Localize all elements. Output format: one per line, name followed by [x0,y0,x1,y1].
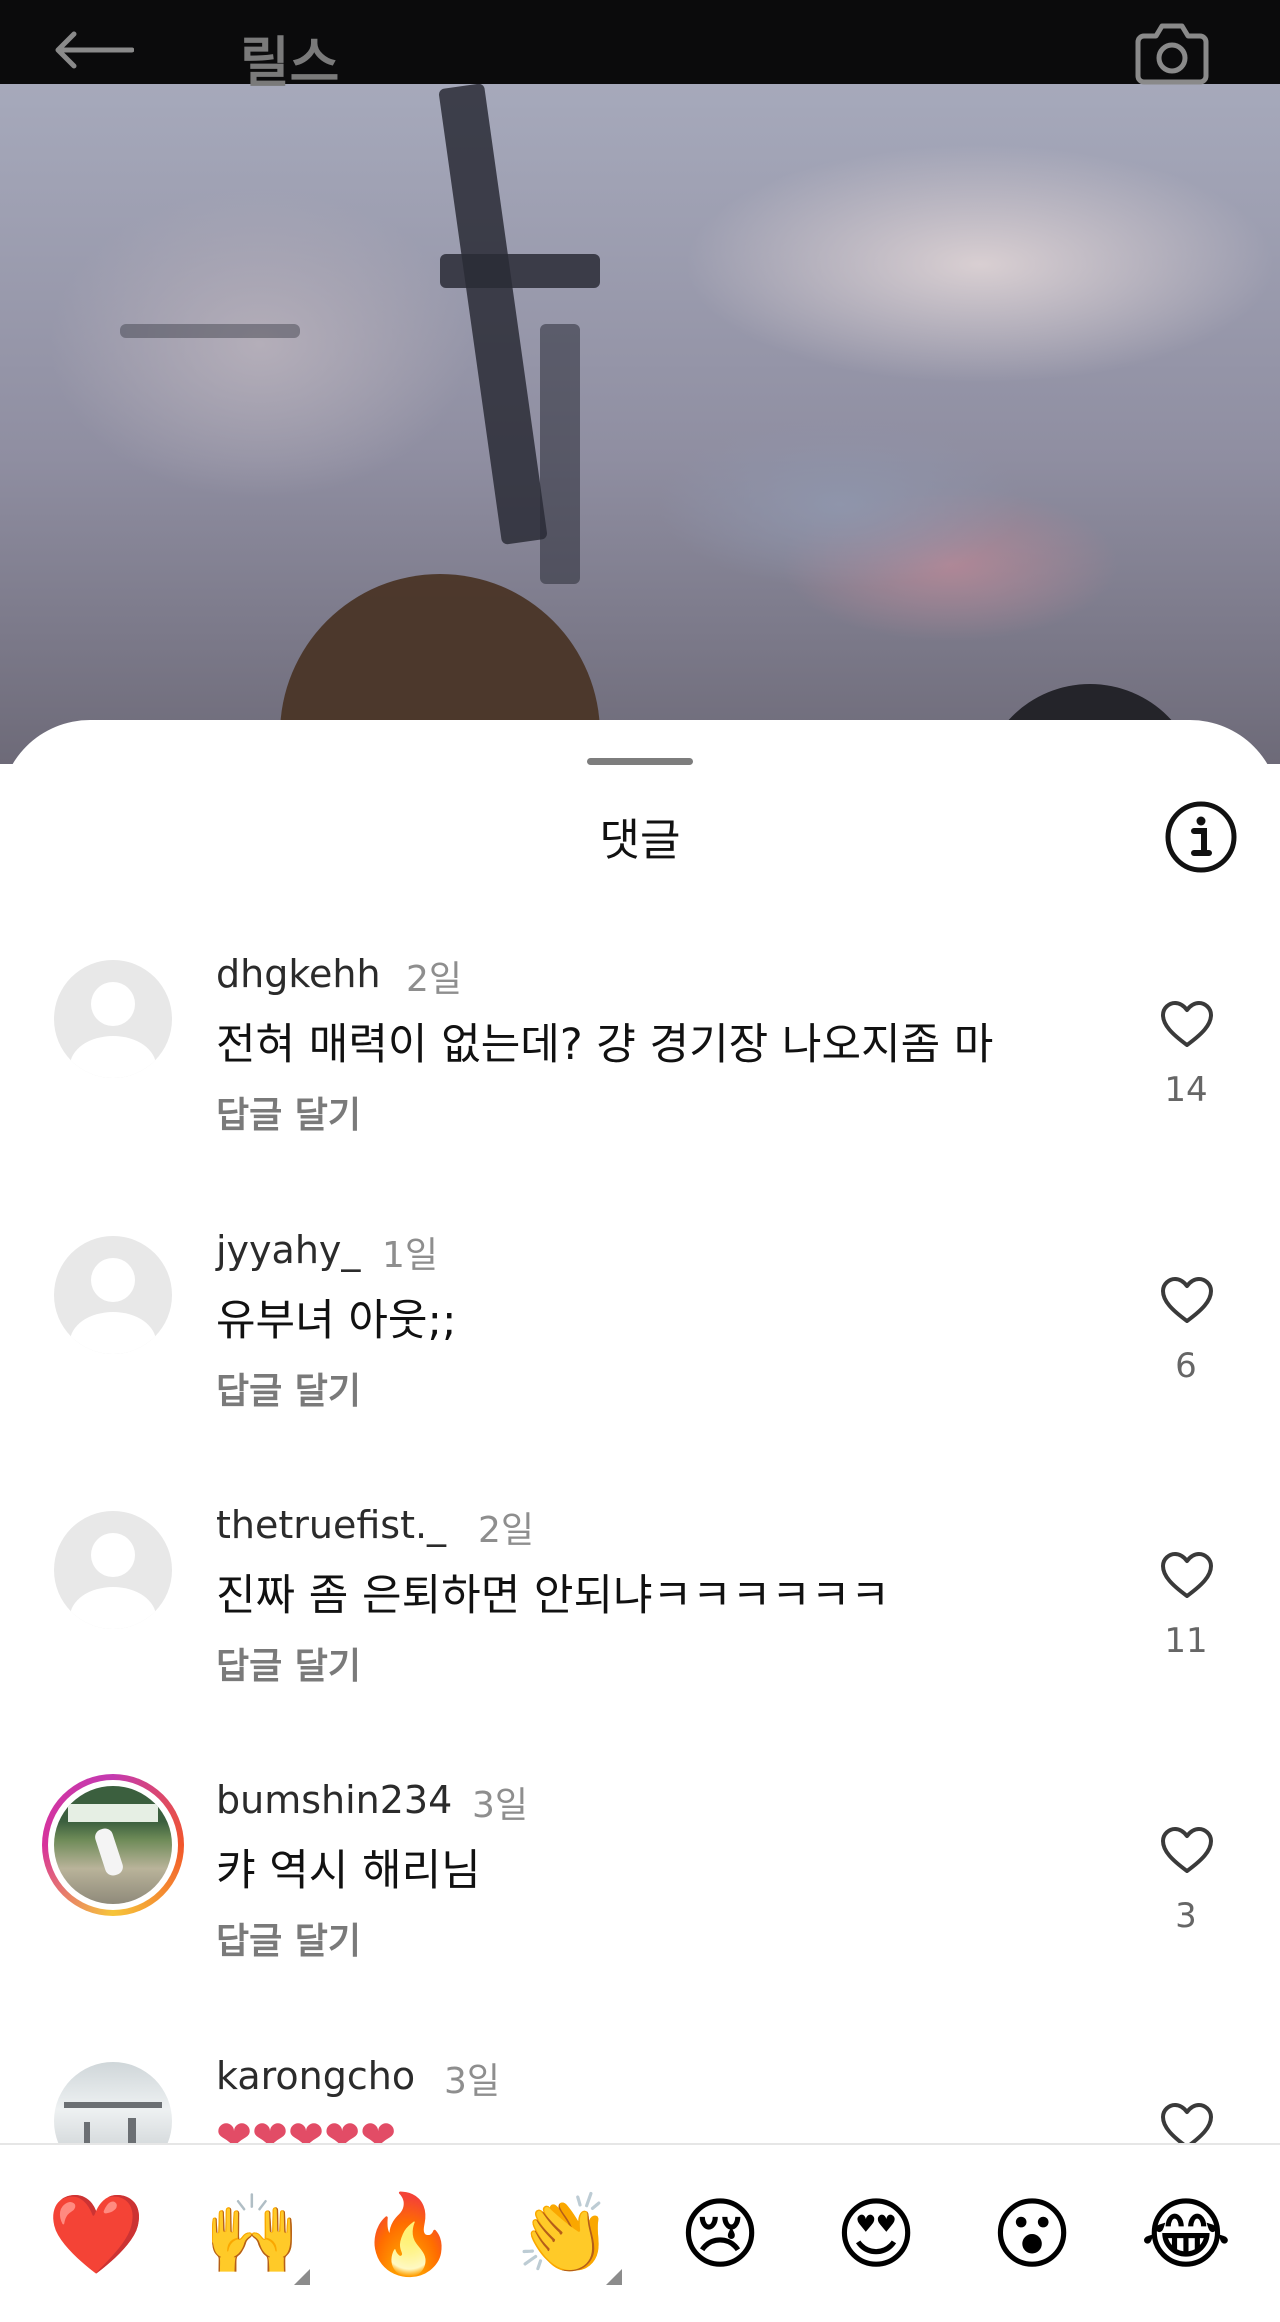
emoji-joy-icon[interactable]: 😂 [1136,2185,1236,2285]
skin-tone-indicator [294,2269,310,2285]
info-icon[interactable] [1164,800,1238,874]
sheet-title: 댓글 [599,815,681,866]
emoji-clap-icon[interactable]: 👏 [514,2185,614,2285]
comment-username[interactable]: dhgkehh [216,952,381,996]
skin-tone-indicator [606,2269,622,2285]
comment-text: 유부녀 아웃;; [216,1296,457,1346]
like-count: 3 [1175,1896,1197,1936]
comment-item: dhgkehh 2일 전혀 매력이 없는데? 걍 경기장 나오지좀 마 답글 달… [0,952,1280,1220]
comment-item: jyyahy_ 1일 유부녀 아웃;; 답글 달기 6 [0,1228,1280,1496]
emoji-heart-icon[interactable]: ❤️ [46,2185,146,2285]
emoji-reaction-bar: ❤️ 🙌 🔥 👏 😢 😍 😮 😂 [0,2143,1280,2303]
top-bar: 릴스 [0,0,1280,94]
emoji-heart-eyes-icon[interactable]: 😍 [826,2185,926,2285]
comment-item: thetruefist._ 2일 진짜 좀 은퇴하면 안되냐ㅋㅋㅋㅋㅋㅋ 답글 … [0,1503,1280,1771]
avatar-story-ring[interactable] [42,1774,184,1916]
avatar[interactable] [54,1236,172,1354]
reel-background-image [0,84,1280,764]
comment-username[interactable]: thetruefist._ [216,1503,446,1547]
back-arrow-icon[interactable] [52,30,134,70]
avatar-photo [54,1786,172,1904]
comment-time: 2일 [478,1510,535,1551]
like-count: 11 [1164,1621,1208,1661]
comment-item: bumshin234 3일 캬 역시 해리님 답글 달기 3 [0,1774,1280,2046]
reply-button[interactable]: 답글 달기 [216,1912,361,1964]
reply-button[interactable]: 답글 달기 [216,1637,361,1689]
comment-time: 3일 [444,2061,501,2102]
reply-button[interactable]: 답글 달기 [216,1362,361,1414]
comment-time: 1일 [382,1235,439,1276]
like-count: 14 [1164,1070,1208,1110]
reply-button[interactable]: 답글 달기 [216,1086,361,1138]
heart-outline-icon[interactable] [1160,1551,1214,1599]
emoji-surprised-icon[interactable]: 😮 [982,2185,1082,2285]
avatar[interactable] [54,960,172,1078]
comment-username[interactable]: jyyahy_ [216,1228,360,1272]
sheet-drag-handle[interactable] [587,758,693,765]
comment-username[interactable]: karongcho [216,2054,415,2098]
comment-time: 3일 [472,1785,529,1826]
heart-outline-icon[interactable] [1160,1000,1214,1048]
heart-outline-icon[interactable] [1160,1826,1214,1874]
comment-time: 2일 [406,959,463,1000]
heart-outline-icon[interactable] [1160,1276,1214,1324]
page-title: 릴스 [240,31,340,94]
like-count: 6 [1175,1346,1197,1386]
comment-text: 진짜 좀 은퇴하면 안되냐ㅋㅋㅋㅋㅋㅋ [216,1571,890,1621]
comments-sheet: 댓글 dhgkehh 2일 전혀 매력이 없는데? 걍 경기장 나오지좀 마 답… [0,720,1280,2301]
comment-username[interactable]: bumshin234 [216,1778,452,1822]
emoji-fire-icon[interactable]: 🔥 [358,2185,458,2285]
emoji-crying-icon[interactable]: 😢 [670,2185,770,2285]
comment-text: 전혀 매력이 없는데? 걍 경기장 나오지좀 마 [216,1020,994,1070]
camera-icon[interactable] [1134,20,1210,86]
emoji-raised-hands-icon[interactable]: 🙌 [202,2185,302,2285]
avatar[interactable] [54,1511,172,1629]
comment-text: 캬 역시 해리님 [216,1846,481,1896]
